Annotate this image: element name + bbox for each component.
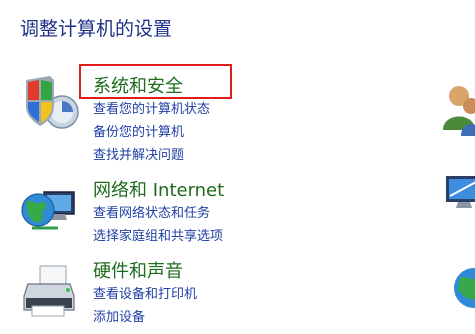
link-add-device[interactable]: 添加设备 — [93, 309, 145, 327]
category-title-system-security[interactable]: 系统和安全 — [93, 76, 183, 98]
network-globe-icon[interactable] — [18, 180, 80, 242]
link-homegroup-sharing[interactable]: 选择家庭组和共享选项 — [93, 228, 223, 246]
link-backup-computer[interactable]: 备份您的计算机 — [93, 124, 184, 142]
clock-region-globe-icon[interactable] — [450, 262, 475, 318]
link-devices-printers[interactable]: 查看设备和打印机 — [93, 286, 197, 304]
appearance-monitor-icon[interactable] — [440, 170, 475, 226]
printer-icon[interactable] — [18, 262, 80, 324]
link-troubleshoot[interactable]: 查找并解决问题 — [93, 147, 184, 165]
category-title-hardware-sound[interactable]: 硬件和声音 — [93, 261, 183, 283]
user-accounts-icon[interactable] — [437, 80, 475, 136]
shield-icon[interactable] — [20, 72, 82, 134]
page-title: 调整计算机的设置 — [20, 18, 173, 40]
link-view-computer-status[interactable]: 查看您的计算机状态 — [93, 101, 210, 119]
link-view-network-status[interactable]: 查看网络状态和任务 — [93, 205, 210, 223]
category-title-network-internet[interactable]: 网络和 Internet — [93, 180, 224, 202]
